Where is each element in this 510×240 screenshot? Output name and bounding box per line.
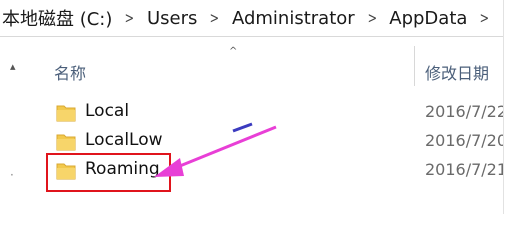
breadcrumb-users[interactable]: Users xyxy=(144,8,200,29)
breadcrumb-drive[interactable]: 本地磁盘 (C:) xyxy=(0,5,115,31)
file-row-local[interactable]: Local 2016/7/22 xyxy=(50,99,508,127)
folder-icon xyxy=(56,105,76,122)
breadcrumb-separator-icon[interactable]: > xyxy=(474,9,495,27)
address-bar[interactable]: 本地磁盘 (C:) > Users > Administrator > AppD… xyxy=(0,0,504,37)
folder-icon xyxy=(56,134,76,151)
highlight-box xyxy=(46,153,171,192)
file-name: LocalLow xyxy=(85,130,163,150)
breadcrumb-separator-icon[interactable]: > xyxy=(119,9,140,27)
file-date: 2016/7/21 xyxy=(425,160,508,179)
nav-pane-marker: · xyxy=(10,168,14,182)
breadcrumb-separator-icon[interactable]: > xyxy=(361,9,382,27)
file-name: Local xyxy=(85,101,130,121)
file-date: 2016/7/22 xyxy=(425,102,508,121)
column-divider[interactable] xyxy=(414,46,415,86)
breadcrumb-administrator[interactable]: Administrator xyxy=(229,8,358,29)
breadcrumb-appdata[interactable]: AppData xyxy=(386,8,470,29)
column-header-name[interactable]: 名称 xyxy=(54,60,86,84)
breadcrumb-separator-icon[interactable]: > xyxy=(204,9,225,27)
file-date: 2016/7/20 xyxy=(425,131,508,150)
scroll-up-icon[interactable]: ▴ xyxy=(10,60,16,73)
window-right-edge xyxy=(503,0,510,214)
column-header-date[interactable]: 修改日期 xyxy=(425,60,489,84)
file-row-locallow[interactable]: LocalLow 2016/7/20 xyxy=(50,128,508,156)
sort-ascending-icon: ^ xyxy=(229,46,238,57)
